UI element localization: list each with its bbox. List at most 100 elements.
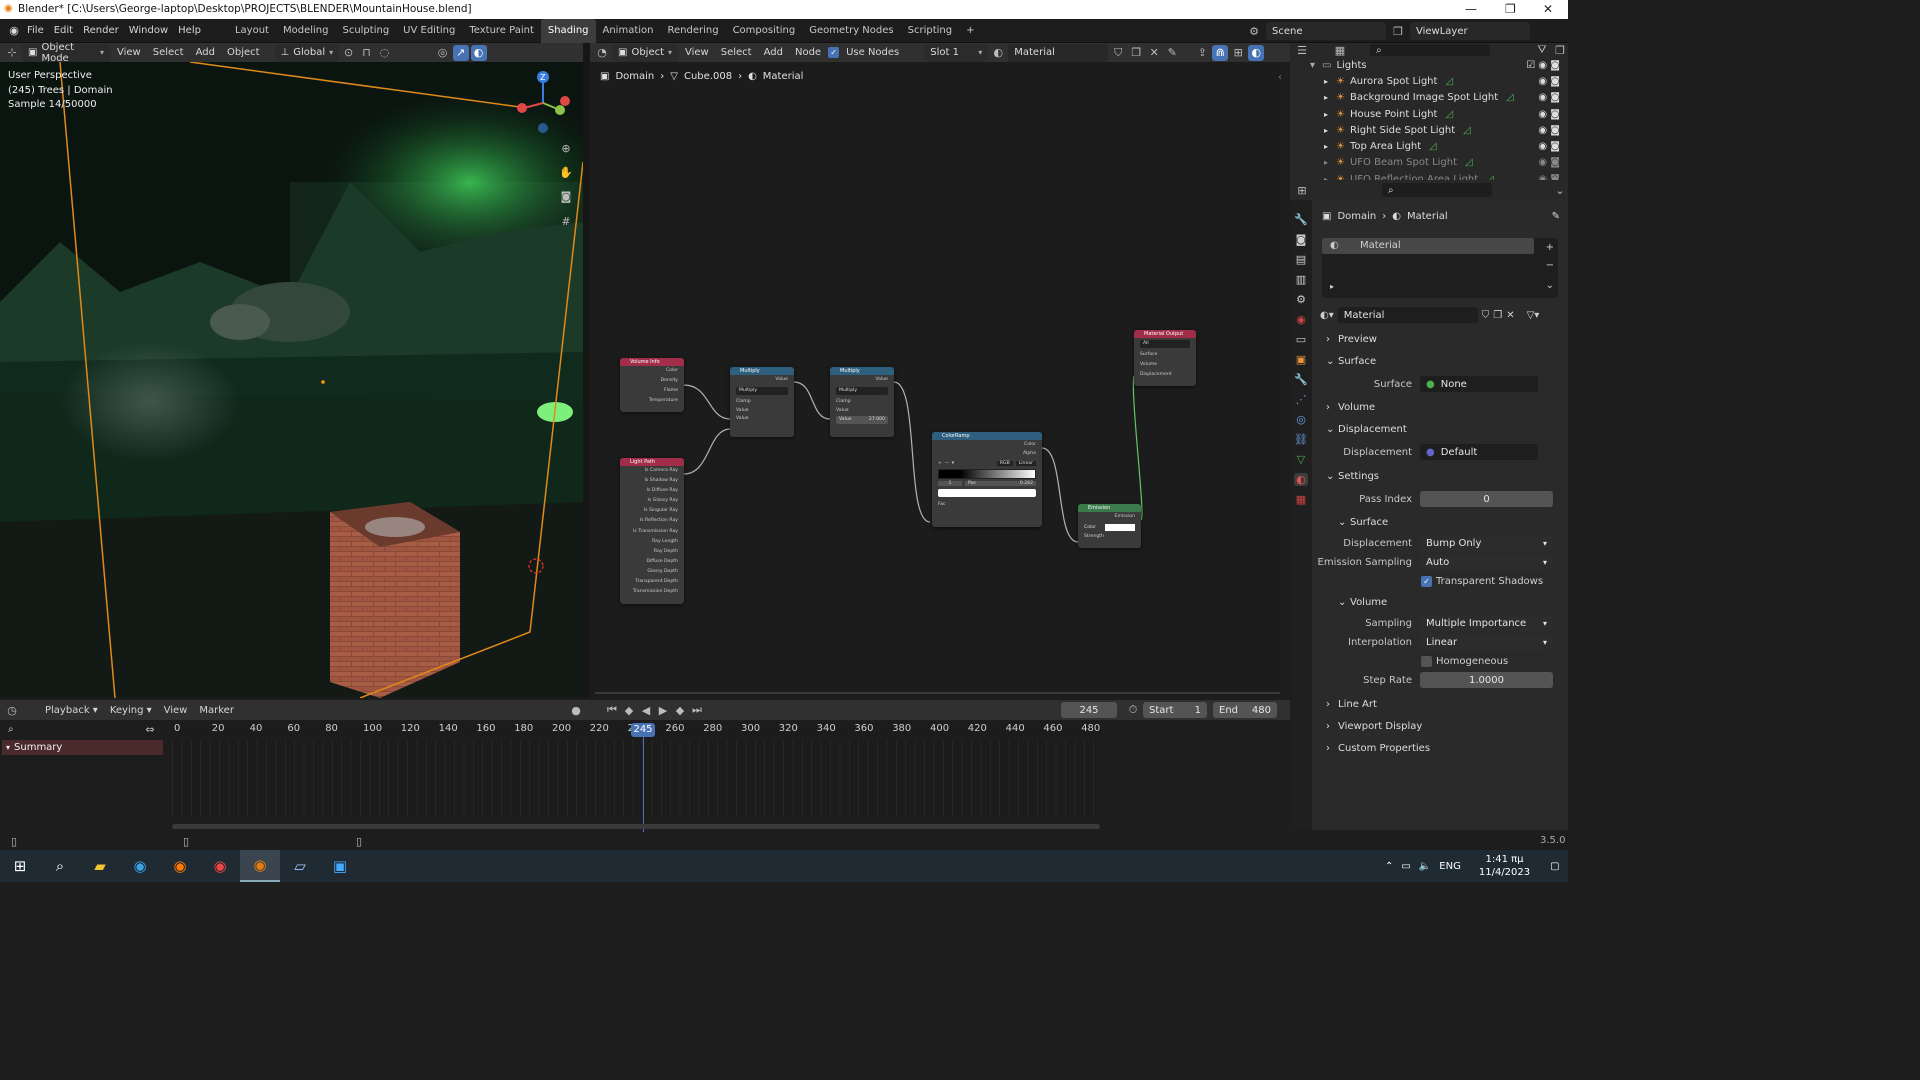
collection-tab-icon[interactable]: ▭ <box>1296 333 1306 346</box>
slot-specials-icon[interactable]: ⌄ <box>1546 280 1554 291</box>
panel-settings[interactable]: ⌄ Settings <box>1312 465 1568 487</box>
unlink-icon[interactable]: ✕ <box>1506 310 1514 321</box>
tab-sculpting[interactable]: Sculpting <box>335 19 396 43</box>
outliner-search[interactable]: ⌕ <box>1370 44 1490 56</box>
visibility-icons[interactable]: ◉ ◙ <box>1538 76 1560 87</box>
node-menu-select[interactable]: Select <box>716 44 757 62</box>
current-frame-field[interactable]: 245 <box>1061 702 1117 718</box>
camera-view-icon[interactable]: ◙ <box>558 188 574 204</box>
jump-end-icon[interactable]: ⏭ <box>689 702 705 718</box>
minimize-icon[interactable]: — <box>1465 2 1477 16</box>
record-icon[interactable]: ● <box>568 702 584 718</box>
play-reverse-icon[interactable]: ◀ <box>638 702 654 718</box>
area-divider[interactable] <box>583 43 590 698</box>
chrome-icon[interactable]: ◉ <box>200 850 240 882</box>
material-slots-list[interactable]: ◐ Material + − ⌄ ▸ <box>1322 238 1558 298</box>
jump-start-icon[interactable]: ⏮ <box>604 702 620 718</box>
swap-icon[interactable]: ⇔ <box>142 721 158 737</box>
texture-tab-icon[interactable]: ▦ <box>1296 493 1306 506</box>
app-taskbar-icon[interactable]: ▱ <box>280 850 320 882</box>
playhead-frame-badge[interactable]: 245 <box>631 723 655 737</box>
shader-node-editor[interactable]: ▣Domain › ▽Cube.008 › ◐Material ‹› ‹ Vol… <box>590 62 1285 698</box>
timeline-editor-type-icon[interactable]: ◷ <box>4 702 20 718</box>
new-collection-icon[interactable]: ❐ <box>1552 42 1568 58</box>
properties-type-icon[interactable]: ⊞ <box>1294 182 1310 198</box>
fake-user-icon[interactable]: ⛉ <box>1482 310 1490 321</box>
fake-user-icon[interactable]: ⛉ <box>1110 45 1126 61</box>
snap-icon[interactable]: ⊓ <box>359 45 375 61</box>
unlink-material-icon[interactable]: ✕ <box>1146 45 1162 61</box>
color-mode-dropdown[interactable]: RGB <box>996 461 1013 466</box>
zoom-icon[interactable]: ⊕ <box>558 140 574 156</box>
properties-options-icon[interactable]: ⌄ <box>1552 182 1568 198</box>
visibility-icons[interactable]: ◉ ◙ <box>1538 92 1560 103</box>
color-ramp-gradient[interactable] <box>938 469 1036 479</box>
3d-viewport[interactable]: User Perspective (245) Trees | Domain Sa… <box>0 62 583 698</box>
expand-icon[interactable]: ▸ <box>1324 110 1336 119</box>
add-workspace-icon[interactable]: + <box>959 19 981 43</box>
material-datablock-field[interactable]: Material <box>1337 307 1478 323</box>
use-nodes-checkbox[interactable]: ✓ <box>828 47 840 58</box>
stop-position-field[interactable]: Pos 0.282 <box>965 481 1036 486</box>
scene-tab-icon[interactable]: ⚙ <box>1296 293 1306 306</box>
view-layer-tab-icon[interactable]: ▥ <box>1296 273 1306 286</box>
visibility-icon[interactable]: ◎ <box>435 45 451 61</box>
search-icon[interactable]: ⌕ <box>40 850 80 882</box>
notifications-icon[interactable]: ▢ <box>1550 861 1559 872</box>
menu-render[interactable]: Render <box>78 22 124 40</box>
tab-shading[interactable]: Shading <box>540 18 596 43</box>
panel-volume[interactable]: › Volume <box>1312 396 1568 418</box>
mode-selector[interactable]: ▣ Object Mode ▾ <box>22 42 110 64</box>
navigation-gizmo[interactable]: Z <box>510 68 580 138</box>
grid-ortho-icon[interactable]: # <box>558 213 574 229</box>
summary-channel[interactable]: ▾ Summary <box>2 740 163 755</box>
particles-tab-icon[interactable]: ⋰ <box>1296 393 1307 406</box>
tab-rendering[interactable]: Rendering <box>660 19 725 43</box>
interpolation-dropdown[interactable]: Linear <box>1015 461 1036 466</box>
expand-icon[interactable]: ▸ <box>1324 93 1336 102</box>
node-light-path[interactable]: Light Path Is Camera Ray Is Shadow Ray Is … <box>620 458 684 604</box>
outliner-collection-row[interactable]: ▾ ▭ Lights ☑ ◉ ◙ <box>1290 57 1568 73</box>
next-keyframe-icon[interactable]: ◆ <box>672 702 688 718</box>
material-slot-row[interactable]: ◐ Material <box>1322 238 1534 254</box>
pivot-icon[interactable]: ⊙ <box>341 45 357 61</box>
node-volume-info[interactable]: Volume Info Color Density Flame Temperat… <box>620 358 684 412</box>
clock-icon[interactable]: ⏱ <box>1125 702 1141 718</box>
add-stop-icon[interactable]: + <box>938 461 942 466</box>
pin-icon[interactable]: ✎ <box>1552 211 1560 222</box>
timeline-scrollbar[interactable] <box>172 824 1100 829</box>
duplicate-material-icon[interactable]: ❐ <box>1128 45 1144 61</box>
remove-slot-icon[interactable]: − <box>1546 260 1554 271</box>
tool-tab-icon[interactable]: 🔧 <box>1294 213 1308 226</box>
node-math-multiply[interactable]: Multiply Value Multiply Clamp Value Valu… <box>830 367 894 437</box>
tab-scripting[interactable]: Scripting <box>901 19 959 43</box>
firefox-icon[interactable]: ◉ <box>160 850 200 882</box>
overlay-node-icon[interactable]: ⊞ <box>1230 45 1246 61</box>
ramp-menu-icon[interactable]: ▾ <box>952 461 954 466</box>
data-tab-icon[interactable]: ▽ <box>1297 453 1305 466</box>
channel-search[interactable]: ⌕ <box>2 722 142 736</box>
timeline-track-area[interactable]: 0204060801001201401601802002202260280300… <box>172 722 1102 822</box>
node-material-output[interactable]: Material Output All Surface Volume Displ… <box>1134 330 1196 386</box>
render-tab-icon[interactable]: ◙ <box>1296 233 1307 246</box>
panel-custom-properties[interactable]: › Custom Properties <box>1312 737 1568 759</box>
link-icon[interactable]: ▽▾ <box>1527 310 1540 321</box>
shader-type-selector[interactable]: ▣ Object ▾ <box>612 43 678 62</box>
snap-node-icon[interactable]: ⋒ <box>1212 44 1229 61</box>
emission-sampling-dropdown[interactable]: Auto ▾ <box>1420 554 1553 570</box>
node-overlay-toggle-icon[interactable]: ◐ <box>1248 44 1265 61</box>
node-menu-view[interactable]: View <box>680 44 714 62</box>
menu-window[interactable]: Window <box>124 22 173 40</box>
blender-menu-icon[interactable]: ◉ <box>6 23 22 39</box>
file-explorer-icon[interactable]: ▰ <box>80 850 120 882</box>
physics-tab-icon[interactable]: ◎ <box>1296 413 1306 426</box>
edge-icon[interactable]: ◉ <box>120 850 160 882</box>
tab-geometry-nodes[interactable]: Geometry Nodes <box>802 19 900 43</box>
node-editor-scrollbar[interactable] <box>595 692 1280 694</box>
orientation-selector[interactable]: ⊥ Global ▾ <box>274 43 339 62</box>
stop-color-swatch[interactable] <box>938 489 1036 497</box>
clock[interactable]: 1:41 πμ 11/4/2023 <box>1479 853 1530 879</box>
start-frame-field[interactable]: Start 1 <box>1143 702 1207 718</box>
material-name-field[interactable]: Material <box>1008 43 1109 62</box>
expand-icon[interactable]: ▸ <box>1324 77 1336 86</box>
